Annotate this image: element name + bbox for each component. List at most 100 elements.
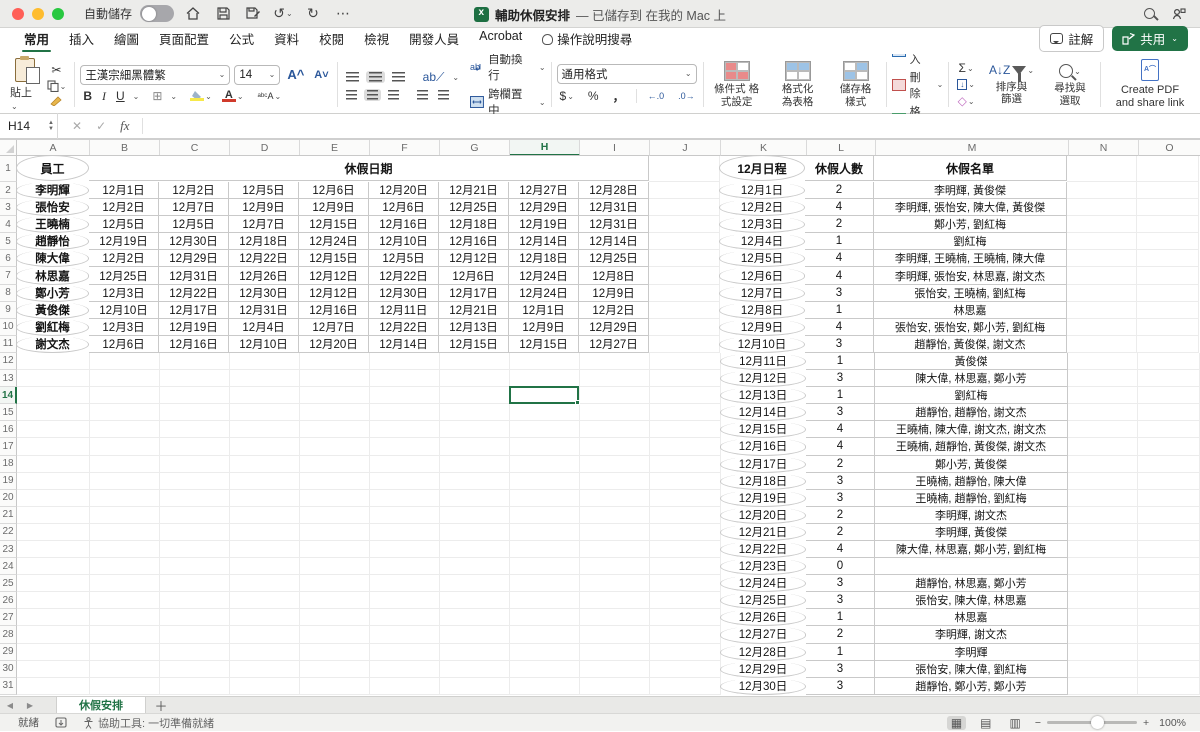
normal-view-button[interactable]: ▦ xyxy=(947,716,966,730)
cell[interactable] xyxy=(580,353,650,370)
currency-format-button[interactable]: $⌄ xyxy=(557,88,577,104)
vacation-names[interactable]: 王曉楠, 陳大偉, 謝文杰, 謝文杰 xyxy=(875,421,1068,438)
schedule-date[interactable]: 12月17日 xyxy=(720,456,806,473)
cell[interactable] xyxy=(1138,456,1200,473)
cell[interactable] xyxy=(650,490,721,507)
cell[interactable] xyxy=(230,490,300,507)
home-icon[interactable] xyxy=(182,4,204,24)
cell[interactable] xyxy=(1138,353,1200,370)
align-middle-button[interactable] xyxy=(366,71,385,83)
schedule-date[interactable]: 12月2日 xyxy=(719,199,805,216)
vacation-date[interactable]: 12月12日 xyxy=(299,285,369,302)
cell[interactable] xyxy=(160,524,230,541)
vacation-names[interactable]: 劉紅梅 xyxy=(875,387,1068,404)
align-top-button[interactable] xyxy=(343,71,362,83)
employee-name[interactable]: 李明輝 xyxy=(16,182,89,199)
schedule-date[interactable]: 12月5日 xyxy=(719,250,805,267)
cell[interactable] xyxy=(370,661,440,678)
cell[interactable] xyxy=(440,524,510,541)
cell[interactable] xyxy=(370,592,440,609)
vacation-date[interactable]: 12月17日 xyxy=(439,285,509,302)
save-as-icon[interactable] xyxy=(242,4,264,24)
cell[interactable] xyxy=(17,524,90,541)
employee-name[interactable]: 謝文杰 xyxy=(16,336,89,353)
vacation-date[interactable]: 12月9日 xyxy=(579,285,649,302)
fill-color-button[interactable]: ⌄ xyxy=(187,90,215,102)
cell[interactable] xyxy=(230,524,300,541)
cell[interactable] xyxy=(17,644,90,661)
cell[interactable] xyxy=(90,370,160,387)
cell[interactable] xyxy=(300,558,370,575)
row-header-10[interactable]: 10 xyxy=(0,319,17,336)
cell[interactable] xyxy=(650,507,721,524)
cell[interactable] xyxy=(17,370,90,387)
vacation-date[interactable]: 12月6日 xyxy=(299,182,369,199)
share-presence-icon[interactable] xyxy=(1168,4,1190,24)
vacation-names[interactable]: 李明輝, 謝文杰 xyxy=(875,507,1068,524)
column-header-J[interactable]: J xyxy=(650,140,721,156)
vacation-date[interactable]: 12月14日 xyxy=(579,233,649,250)
vacation-count[interactable]: 3 xyxy=(806,678,875,695)
cell[interactable] xyxy=(300,661,370,678)
insert-function-icon[interactable]: fx xyxy=(120,118,129,134)
vacation-count[interactable]: 3 xyxy=(805,336,874,353)
cell[interactable] xyxy=(649,267,720,284)
cell[interactable] xyxy=(370,541,440,558)
cell[interactable] xyxy=(1068,473,1138,490)
cell[interactable] xyxy=(1067,267,1137,284)
cell[interactable] xyxy=(1138,609,1200,626)
document-save-status[interactable]: — 已儲存到 在我的 Mac 上 xyxy=(576,5,726,24)
cell[interactable] xyxy=(580,370,650,387)
vacation-count[interactable]: 4 xyxy=(806,541,875,558)
cell[interactable] xyxy=(510,404,580,421)
cell[interactable] xyxy=(1138,490,1200,507)
vacation-count[interactable]: 1 xyxy=(806,387,875,404)
cell[interactable] xyxy=(17,404,90,421)
employee-name[interactable]: 陳大偉 xyxy=(16,250,89,267)
create-pdf-button[interactable]: A⌒ Create PDF and share link xyxy=(1106,59,1194,109)
find-select-button[interactable]: ⌄ 尋找與 選取 xyxy=(1045,62,1095,106)
vacation-count[interactable]: 3 xyxy=(806,592,875,609)
schedule-date[interactable]: 12月22日 xyxy=(720,541,806,558)
cell[interactable] xyxy=(230,558,300,575)
cell[interactable] xyxy=(90,421,160,438)
vacation-date[interactable]: 12月30日 xyxy=(369,285,439,302)
cell[interactable] xyxy=(1138,592,1200,609)
vacation-count[interactable]: 4 xyxy=(806,438,875,455)
cell[interactable] xyxy=(230,353,300,370)
vacation-names[interactable]: 張怡安, 張怡安, 鄭小芳, 劉紅梅 xyxy=(874,319,1067,336)
cell[interactable] xyxy=(580,644,650,661)
employee-name[interactable]: 黃俊傑 xyxy=(16,302,89,319)
vacation-count[interactable]: 3 xyxy=(806,661,875,678)
cell[interactable] xyxy=(17,609,90,626)
column-header-C[interactable]: C xyxy=(160,140,230,156)
cell[interactable] xyxy=(160,626,230,643)
ribbon-tab-1[interactable]: 常用 xyxy=(14,25,59,54)
cell[interactable] xyxy=(580,592,650,609)
cell[interactable] xyxy=(580,456,650,473)
cell[interactable] xyxy=(580,558,650,575)
ribbon-tab-4[interactable]: 頁面配置 xyxy=(149,25,219,54)
vacation-date[interactable]: 12月16日 xyxy=(159,336,229,353)
employee-name[interactable]: 趙靜怡 xyxy=(16,233,89,250)
cell[interactable] xyxy=(370,558,440,575)
vacation-date[interactable]: 12月14日 xyxy=(509,233,579,250)
left-table-header-employee[interactable]: 員工 xyxy=(16,155,89,181)
vacation-names[interactable]: 李明輝, 張怡安, 林思嘉, 謝文杰 xyxy=(874,267,1067,284)
vacation-date[interactable]: 12月19日 xyxy=(89,233,159,250)
vacation-date[interactable]: 12月22日 xyxy=(159,285,229,302)
vacation-date[interactable]: 12月22日 xyxy=(369,319,439,336)
vacation-date[interactable]: 12月1日 xyxy=(509,302,579,319)
cell[interactable] xyxy=(580,490,650,507)
cell[interactable] xyxy=(370,438,440,455)
schedule-date[interactable]: 12月30日 xyxy=(720,678,806,695)
cell[interactable] xyxy=(440,387,510,404)
cell[interactable] xyxy=(17,387,90,404)
row-header-11[interactable]: 11 xyxy=(0,336,17,353)
cell[interactable] xyxy=(300,609,370,626)
schedule-date[interactable]: 12月9日 xyxy=(719,319,805,336)
vacation-names[interactable]: 林思嘉 xyxy=(875,609,1068,626)
cell[interactable] xyxy=(510,558,580,575)
vacation-names[interactable]: 李明輝, 王曉楠, 王曉楠, 陳大偉 xyxy=(874,250,1067,267)
row-header-24[interactable]: 24 xyxy=(0,558,17,575)
